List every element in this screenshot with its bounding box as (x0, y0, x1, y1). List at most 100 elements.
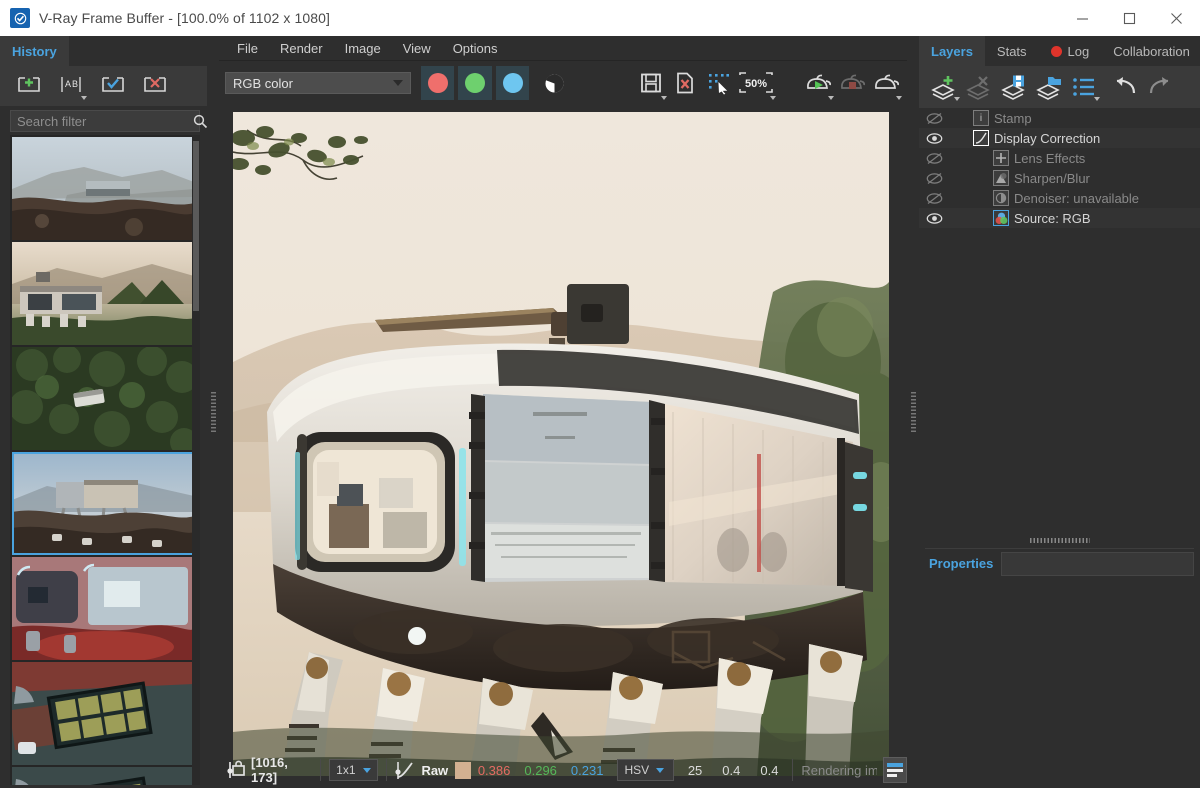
menu-image[interactable]: Image (335, 38, 391, 59)
tab-collaboration[interactable]: Collaboration (1101, 36, 1200, 66)
maximize-button[interactable] (1106, 0, 1153, 36)
blue-channel-button[interactable] (495, 66, 530, 100)
visibility-off-icon[interactable] (919, 152, 949, 165)
undo-arrow-icon[interactable] (1110, 73, 1140, 101)
clear-image-button[interactable] (670, 66, 700, 100)
divider (320, 759, 322, 781)
table-row[interactable]: Sharpen/Blur (919, 168, 1200, 188)
sampler-size-select[interactable]: 1x1 (329, 759, 378, 781)
menu-view[interactable]: View (393, 38, 441, 59)
search-input[interactable] (11, 113, 193, 129)
layer-tree[interactable]: i Stamp Display Correction Lens Effects … (919, 108, 1200, 528)
info-stamp-icon: i (973, 110, 989, 126)
list-icon[interactable] (1069, 73, 1100, 101)
list-item[interactable] (12, 347, 194, 450)
table-row[interactable]: Source: RGB (919, 208, 1200, 228)
save-image-button[interactable] (636, 66, 667, 100)
list-item[interactable] (12, 662, 194, 765)
visibility-on-icon[interactable] (919, 132, 949, 145)
start-render-button[interactable] (803, 66, 835, 100)
green-value: 0.296 (524, 762, 557, 778)
close-button[interactable] (1153, 0, 1200, 36)
right-splitter[interactable] (907, 36, 919, 788)
a-b-compare-icon[interactable]: A B (56, 72, 87, 100)
visibility-off-icon[interactable] (919, 192, 949, 205)
visibility-on-icon[interactable] (919, 212, 949, 225)
channel-select[interactable]: RGB color (225, 72, 411, 94)
pixel-lock-icon[interactable] (227, 759, 247, 781)
vray-logo-icon (10, 8, 30, 28)
render-last-button[interactable] (871, 66, 902, 100)
splitter-grip-icon (210, 392, 216, 432)
status-bar: [1016, 173] 1x1 Raw 0.386 0.296 0.231 HS… (219, 752, 907, 788)
tab-history-label: History (12, 43, 57, 59)
left-splitter[interactable] (207, 36, 219, 788)
green-channel-button[interactable] (458, 66, 492, 100)
layer-label: Source: RGB (1014, 210, 1091, 226)
frame-check-icon[interactable] (98, 72, 128, 100)
tab-history[interactable]: History (0, 36, 69, 66)
toggle-log-button[interactable] (882, 757, 907, 783)
red-dot-icon (427, 73, 448, 93)
table-row[interactable]: Denoiser: unavailable (919, 188, 1200, 208)
visibility-off-icon[interactable] (919, 112, 949, 125)
window-title: V-Ray Frame Buffer - [100.0% of 1102 x 1… (39, 10, 331, 26)
minimize-button[interactable] (1059, 0, 1106, 36)
tab-log[interactable]: Log (1038, 36, 1102, 66)
history-scrollbar[interactable] (192, 135, 200, 785)
stop-render-button[interactable] (837, 66, 867, 100)
render-viewport[interactable] (233, 112, 889, 776)
chevron-down-icon (769, 96, 776, 100)
layer-x-icon[interactable] (964, 73, 994, 101)
tab-layers[interactable]: Layers (919, 36, 985, 66)
divider (385, 759, 387, 781)
denoiser-icon (993, 190, 1009, 206)
window-controls (1059, 0, 1200, 36)
redo-arrow-icon[interactable] (1145, 73, 1175, 101)
red-channel-button[interactable] (420, 66, 455, 100)
list-item[interactable] (12, 452, 194, 555)
color-space-select[interactable]: HSV (617, 759, 674, 781)
vray-frame-buffer-window: V-Ray Frame Buffer - [100.0% of 1102 x 1… (0, 0, 1200, 788)
list-item[interactable] (12, 557, 194, 660)
color-space-value: HSV (624, 763, 650, 777)
blue-value: 0.231 (570, 762, 604, 778)
cursor-coordinates: [1016, 173] (251, 755, 288, 785)
tab-collaboration-label: Collaboration (1113, 43, 1190, 59)
alpha-channel-button[interactable] (539, 66, 569, 100)
list-item[interactable] (12, 242, 194, 345)
log-alert-dot-icon (1050, 45, 1062, 57)
menu-options[interactable]: Options (443, 38, 508, 59)
frame-plus-icon[interactable] (14, 72, 44, 100)
splitter-grip-icon (1029, 537, 1090, 543)
scrollbar-thumb[interactable] (193, 141, 199, 311)
properties-splitter[interactable] (925, 533, 1194, 547)
layer-plus-icon[interactable] (929, 73, 960, 101)
table-row[interactable]: Display Correction (919, 128, 1200, 148)
green-dot-icon (465, 73, 486, 93)
chevron-down-icon (362, 767, 371, 773)
layer-open-icon[interactable] (1034, 73, 1064, 101)
chevron-down-icon (660, 96, 667, 100)
history-toolbar: A B (0, 66, 207, 106)
list-item[interactable] (12, 137, 194, 240)
frame-x-icon[interactable] (140, 72, 170, 100)
menu-render[interactable]: Render (270, 38, 333, 59)
render-status-text: Rendering im (801, 762, 877, 778)
tab-stats[interactable]: Stats (984, 36, 1039, 66)
list-item[interactable] (12, 767, 194, 785)
history-thumbnail-list[interactable] (10, 135, 200, 785)
table-row[interactable]: i Stamp (919, 108, 1200, 128)
zoom-level-button[interactable]: 50% (738, 66, 776, 100)
properties-field[interactable] (1001, 551, 1194, 576)
color-mode-label: Raw (421, 762, 449, 778)
layer-save-icon[interactable] (999, 73, 1029, 101)
menu-file[interactable]: File (227, 38, 268, 59)
table-row[interactable]: Lens Effects (919, 148, 1200, 168)
search-filter-row[interactable] (10, 110, 222, 132)
search-icon[interactable] (193, 114, 208, 129)
visibility-off-icon[interactable] (919, 172, 949, 185)
color-curve-icon[interactable] (394, 759, 416, 781)
region-render-button[interactable] (704, 66, 734, 100)
color-swatch (455, 761, 471, 779)
